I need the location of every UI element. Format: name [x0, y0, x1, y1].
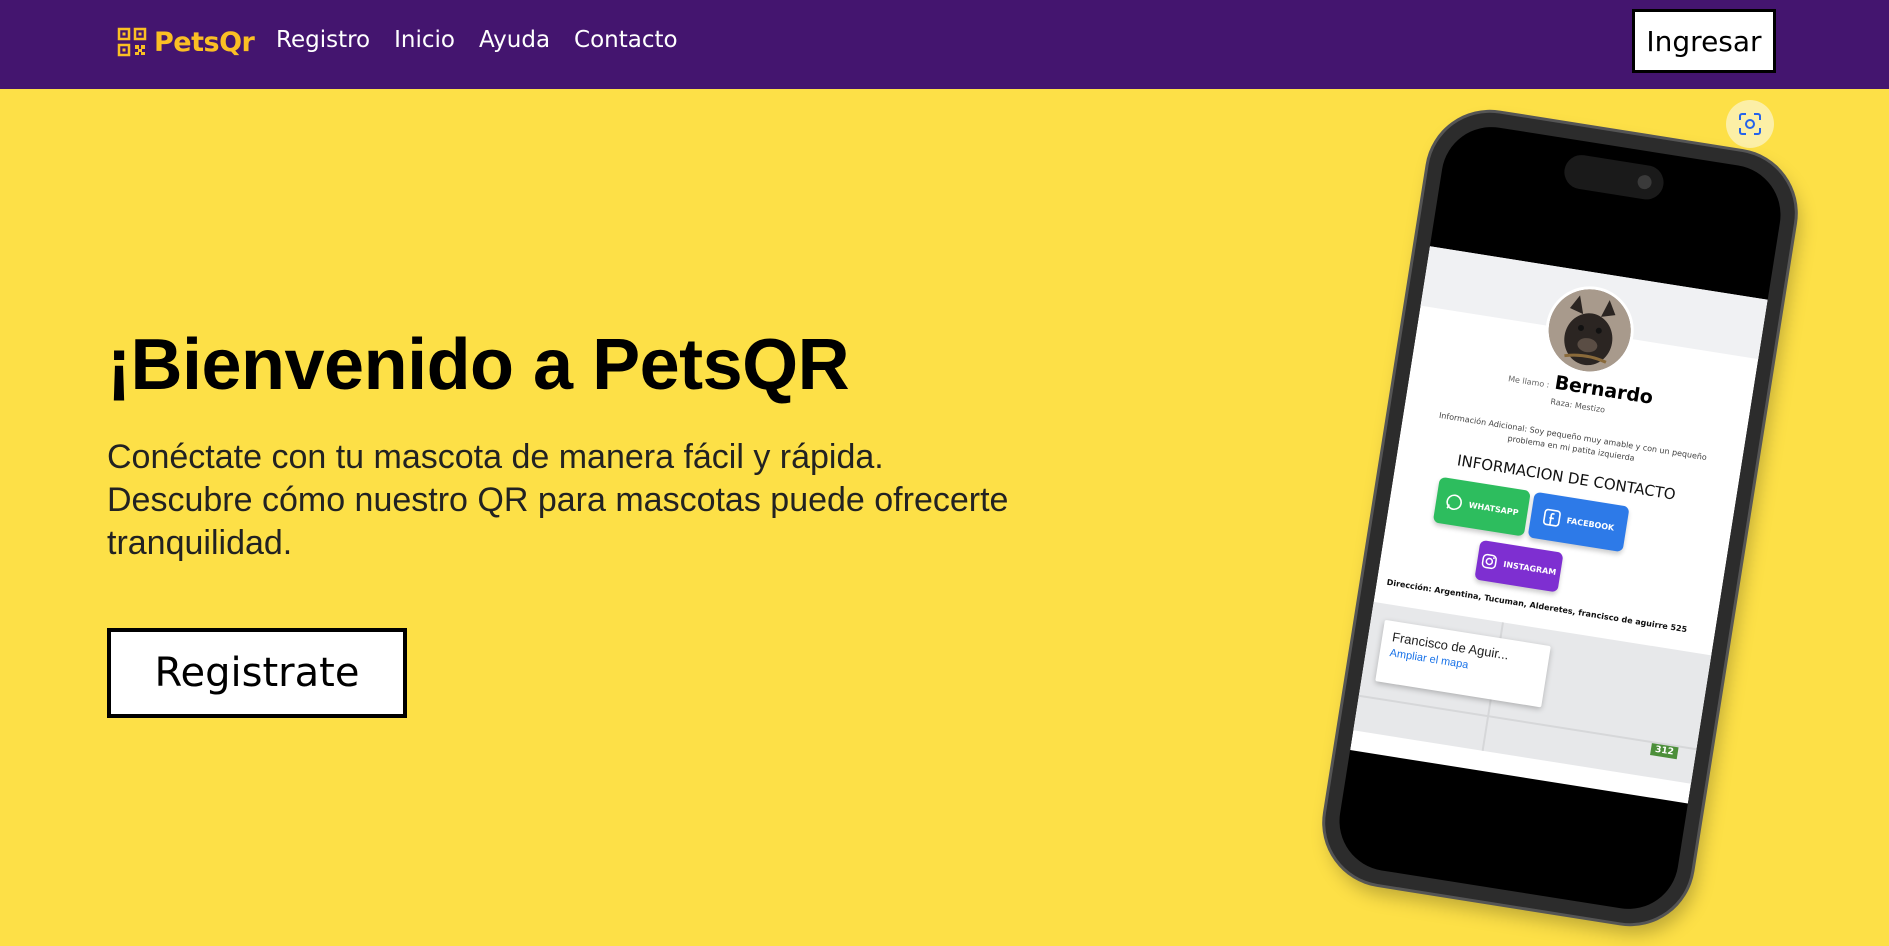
instagram-icon: [1482, 553, 1498, 570]
hero-title: ¡Bienvenido a PetsQR: [107, 325, 850, 405]
instagram-button[interactable]: INSTAGRAM: [1474, 539, 1564, 593]
hero-line-2: Descubre cómo nuestro QR para mascotas p…: [107, 481, 1009, 562]
phone-device: Me llamo : Bernardo Raza: Mestizo Inform…: [1316, 103, 1804, 933]
whatsapp-icon: [1446, 494, 1462, 511]
whatsapp-label: WHATSAPP: [1468, 500, 1520, 517]
nav-link-ayuda[interactable]: Ayuda: [479, 27, 550, 53]
qr-code-icon: [117, 27, 147, 57]
hero-description: Conéctate con tu mascota de manera fácil…: [107, 436, 1107, 565]
hero-line-1: Conéctate con tu mascota de manera fácil…: [107, 438, 884, 476]
brand-name: PetsQr: [154, 26, 255, 58]
nav-link-contacto[interactable]: Contacto: [574, 27, 678, 53]
dynamic-island: [1561, 152, 1667, 202]
facebook-label: FACEBOOK: [1566, 515, 1615, 533]
me-llamo-label: Me llamo :: [1507, 374, 1551, 390]
facebook-icon: [1542, 508, 1561, 527]
nav-links: Registro Inicio Ayuda Contacto: [276, 27, 678, 53]
facebook-button[interactable]: FACEBOOK: [1527, 491, 1630, 553]
whatsapp-button[interactable]: WHATSAPP: [1432, 476, 1531, 537]
nav-link-registro[interactable]: Registro: [276, 27, 370, 53]
phone-mockup: Me llamo : Bernardo Raza: Mestizo Inform…: [1280, 103, 1804, 938]
camera-icon: [1636, 174, 1653, 191]
top-nav: PetsQr Registro Inicio Ayuda Contacto In…: [0, 0, 1889, 89]
register-button[interactable]: Registrate: [107, 628, 407, 718]
brand-logo[interactable]: PetsQr: [116, 24, 255, 60]
login-button[interactable]: Ingresar: [1632, 9, 1776, 73]
phone-screen: Me llamo : Bernardo Raza: Mestizo Inform…: [1332, 119, 1788, 917]
map-info-card: Francisco de Aguir... Ampliar el mapa: [1375, 619, 1551, 708]
instagram-label: INSTAGRAM: [1502, 559, 1557, 577]
nav-link-inicio[interactable]: Inicio: [394, 27, 455, 53]
